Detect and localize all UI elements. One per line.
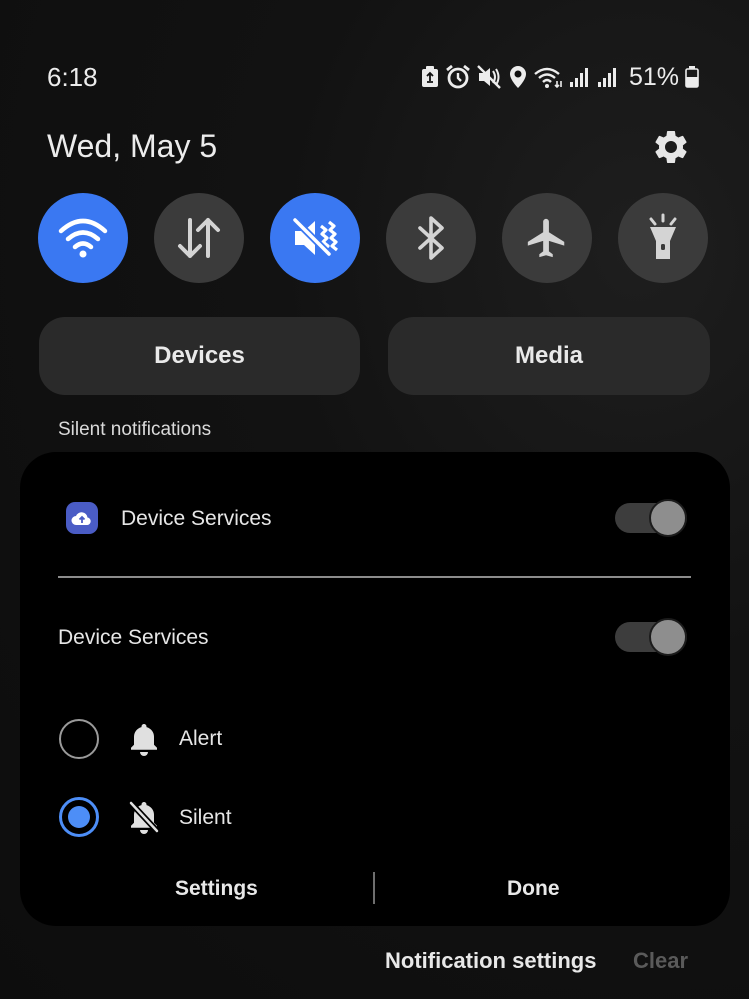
clock: 6:18 bbox=[47, 62, 98, 92]
app-notification-switch[interactable] bbox=[615, 499, 687, 537]
bell-off-icon bbox=[127, 799, 161, 835]
section-label: Silent notifications bbox=[58, 419, 212, 440]
date: Wed, May 5 bbox=[47, 128, 218, 164]
mute-icon bbox=[477, 65, 501, 89]
wifi-toggle[interactable] bbox=[38, 193, 128, 283]
silent-label: Silent bbox=[179, 806, 232, 829]
alarm-icon bbox=[446, 64, 470, 89]
app-name: Device Services bbox=[121, 507, 272, 530]
flashlight-toggle[interactable] bbox=[618, 193, 708, 283]
notification-settings-link[interactable]: Notification settings bbox=[385, 948, 596, 974]
battery-percent: 51% bbox=[628, 62, 679, 91]
alert-label: Alert bbox=[179, 727, 223, 750]
bluetooth-icon bbox=[418, 216, 444, 260]
wifi-icon bbox=[534, 67, 562, 89]
channel-name: Device Services bbox=[58, 626, 209, 649]
signal-icon bbox=[569, 68, 588, 87]
status-icons: 51% bbox=[421, 60, 699, 94]
done-button[interactable]: Done bbox=[507, 877, 560, 901]
signal-icon bbox=[597, 68, 616, 87]
wifi-icon bbox=[58, 218, 108, 258]
bluetooth-toggle[interactable] bbox=[386, 193, 476, 283]
bell-icon bbox=[131, 724, 157, 756]
data-arrows-icon bbox=[178, 218, 220, 258]
airplane-mode-toggle[interactable] bbox=[502, 193, 592, 283]
switch-knob bbox=[649, 618, 687, 656]
mute-toggle[interactable] bbox=[270, 193, 360, 283]
battery-saver-icon bbox=[421, 66, 438, 87]
gear-icon[interactable] bbox=[651, 127, 691, 167]
channel-notification-switch[interactable] bbox=[615, 618, 687, 656]
cloud-upload-icon bbox=[71, 512, 91, 525]
location-icon bbox=[509, 66, 526, 88]
silent-radio[interactable] bbox=[59, 797, 99, 837]
button-separator bbox=[373, 872, 375, 904]
alert-radio[interactable] bbox=[59, 719, 99, 759]
mute-icon bbox=[291, 216, 338, 258]
devices-button[interactable]: Devices bbox=[39, 317, 360, 395]
status-bar: 6:18 51% bbox=[47, 60, 699, 94]
flashlight-icon bbox=[649, 213, 677, 259]
app-icon bbox=[66, 502, 98, 534]
mobile-data-toggle[interactable] bbox=[154, 193, 244, 283]
quick-toggles bbox=[38, 193, 708, 283]
battery-icon bbox=[685, 66, 699, 88]
switch-knob bbox=[649, 499, 687, 537]
settings-button[interactable]: Settings bbox=[175, 877, 258, 901]
divider bbox=[58, 576, 691, 578]
airplane-icon bbox=[527, 218, 565, 258]
clear-button[interactable]: Clear bbox=[633, 948, 688, 974]
media-button[interactable]: Media bbox=[388, 317, 710, 395]
